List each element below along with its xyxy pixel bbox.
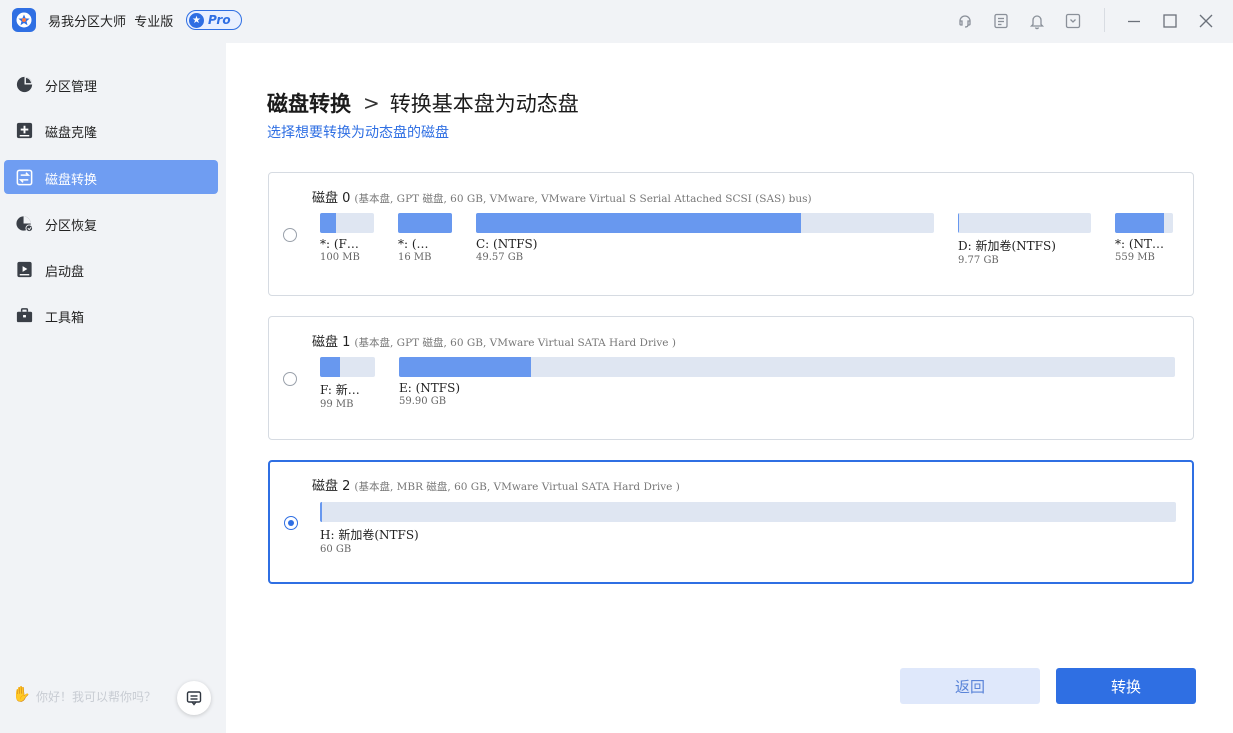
support-icon[interactable] xyxy=(955,11,975,31)
menu-dropdown-icon[interactable] xyxy=(1063,11,1083,31)
partition-usage-fill xyxy=(320,502,322,522)
app-logo-icon xyxy=(12,8,36,32)
sidebar-item-label: 分区恢复 xyxy=(45,219,98,234)
sidebar-item-disk-convert[interactable]: 磁盘转换 xyxy=(4,160,218,194)
partition-usage-fill xyxy=(320,213,337,233)
wave-hand-icon: ✋ xyxy=(12,685,31,703)
disk-clone-icon xyxy=(14,120,34,140)
disk-radio[interactable] xyxy=(283,372,297,386)
boot-disk-icon xyxy=(14,259,34,279)
star-icon: ★ xyxy=(189,12,204,28)
breadcrumb-separator: > xyxy=(363,91,380,115)
partition-size: 59.90 GB xyxy=(399,396,447,407)
partition-usage-fill xyxy=(958,213,960,233)
breadcrumb: 磁盘转换 > 转换基本盘为动态盘 xyxy=(267,88,579,118)
partition: *: (… 16 MB xyxy=(398,213,452,263)
sidebar-item-label: 工具箱 xyxy=(45,311,85,326)
partition-size: 99 MB xyxy=(320,399,354,410)
partition-usage-fill xyxy=(399,357,531,377)
disk-radio[interactable] xyxy=(283,228,297,242)
sidebar-item-label: 磁盘转换 xyxy=(45,173,98,188)
disk-info: (基本盘, MBR 磁盘, 60 GB, VMware Virtual SATA… xyxy=(354,481,680,493)
partition-bar xyxy=(320,213,374,233)
disk-card-1[interactable]: 磁盘 1 (基本盘, GPT 磁盘, 60 GB, VMware Virtual… xyxy=(268,316,1194,440)
partition-bar xyxy=(320,502,1176,522)
partition-label: C: (NTFS) xyxy=(476,237,538,251)
minimize-icon[interactable] xyxy=(1124,11,1144,31)
sidebar-item-toolbox[interactable]: 工具箱 xyxy=(4,298,218,332)
partition: E: (NTFS) 59.90 GB xyxy=(399,357,1175,407)
toolbox-icon xyxy=(14,305,34,325)
partition-size: 49.57 GB xyxy=(476,252,524,263)
disk-name: 磁盘 0 xyxy=(312,191,351,206)
sidebar: 分区管理 磁盘克隆 磁盘转换 分区恢复 启动盘 工具箱 ✋ 你好！我可以帮你吗？ xyxy=(0,43,226,733)
disk-info: (基本盘, GPT 磁盘, 60 GB, VMware, VMware Virt… xyxy=(354,193,812,205)
help-text: 你好！我可以帮你吗？ xyxy=(36,690,157,704)
back-button[interactable]: 返回 xyxy=(900,668,1040,704)
partition-bar xyxy=(399,357,1175,377)
partition-size: 16 MB xyxy=(398,252,432,263)
partition: C: (NTFS) 49.57 GB xyxy=(476,213,934,263)
sidebar-item-label: 磁盘克隆 xyxy=(45,126,98,141)
partition-bar xyxy=(398,213,452,233)
disk-name: 磁盘 2 xyxy=(312,479,351,494)
disk-card-2[interactable]: 磁盘 2 (基本盘, MBR 磁盘, 60 GB, VMware Virtual… xyxy=(268,460,1194,584)
help-assistant: ✋ 你好！我可以帮你吗？ xyxy=(12,681,212,715)
sidebar-item-partition-recovery[interactable]: 分区恢复 xyxy=(4,206,218,240)
sidebar-item-disk-clone[interactable]: 磁盘克隆 xyxy=(4,113,218,147)
partition-size: 559 MB xyxy=(1115,252,1155,263)
sidebar-item-label: 启动盘 xyxy=(45,265,85,280)
sidebar-item-label: 分区管理 xyxy=(45,80,98,95)
partition-label: H: 新加卷(NTFS) xyxy=(320,528,419,542)
title-bar-separator xyxy=(1104,8,1105,32)
partition-label: F: 新… xyxy=(320,383,360,397)
page-title: 转换基本盘为动态盘 xyxy=(389,92,579,116)
partition-label: E: (NTFS) xyxy=(399,381,461,395)
partition-usage-fill xyxy=(476,213,802,233)
partition: H: 新加卷(NTFS) 60 GB xyxy=(320,502,1176,555)
partition-usage-fill xyxy=(320,357,341,377)
chat-button[interactable] xyxy=(177,681,211,715)
partition-bar xyxy=(476,213,934,233)
partition: *: (NT… 559 MB xyxy=(1115,213,1173,263)
close-icon[interactable] xyxy=(1196,11,1216,31)
convert-button[interactable]: 转换 xyxy=(1056,668,1196,704)
partition-size: 60 GB xyxy=(320,544,352,555)
pie-chart-icon xyxy=(14,74,34,94)
sidebar-item-boot-disk[interactable]: 启动盘 xyxy=(4,252,218,286)
partition-recovery-icon xyxy=(14,213,34,233)
partition-size: 9.77 GB xyxy=(958,255,999,266)
bell-icon[interactable] xyxy=(1027,11,1047,31)
partition-label: *: (… xyxy=(398,237,429,251)
breadcrumb-root[interactable]: 磁盘转换 xyxy=(267,88,351,118)
pro-badge[interactable]: ★ Pro xyxy=(186,10,242,30)
disk-convert-icon xyxy=(14,167,34,187)
page-subtitle: 选择想要转换为动态盘的磁盘 xyxy=(267,125,449,141)
sidebar-item-partition-manager[interactable]: 分区管理 xyxy=(4,67,218,101)
partition-usage-fill xyxy=(398,213,452,233)
partition-usage-fill xyxy=(1115,213,1165,233)
app-title: 易我分区大师 专业版 xyxy=(48,15,174,30)
pro-badge-label: Pro xyxy=(208,13,231,27)
partition-bar xyxy=(958,213,1091,233)
partition: *: (F… 100 MB xyxy=(320,213,374,263)
partition: D: 新加卷(NTFS) 9.77 GB xyxy=(958,213,1091,266)
disk-radio[interactable] xyxy=(284,516,298,530)
title-bar: 易我分区大师 专业版 ★ Pro xyxy=(0,0,1233,43)
feedback-icon[interactable] xyxy=(991,11,1011,31)
partition-bar xyxy=(320,357,375,377)
maximize-icon[interactable] xyxy=(1160,11,1180,31)
chat-icon xyxy=(186,691,202,706)
partition-label: *: (NT… xyxy=(1115,237,1165,251)
disk-info: (基本盘, GPT 磁盘, 60 GB, VMware Virtual SATA… xyxy=(354,337,676,349)
partition-label: D: 新加卷(NTFS) xyxy=(958,239,1056,253)
partition-bar xyxy=(1115,213,1173,233)
partition-label: *: (F… xyxy=(320,237,359,251)
disk-card-0[interactable]: 磁盘 0 (基本盘, GPT 磁盘, 60 GB, VMware, VMware… xyxy=(268,172,1194,296)
partition-size: 100 MB xyxy=(320,252,360,263)
partition: F: 新… 99 MB xyxy=(320,357,375,410)
disk-name: 磁盘 1 xyxy=(312,335,351,350)
